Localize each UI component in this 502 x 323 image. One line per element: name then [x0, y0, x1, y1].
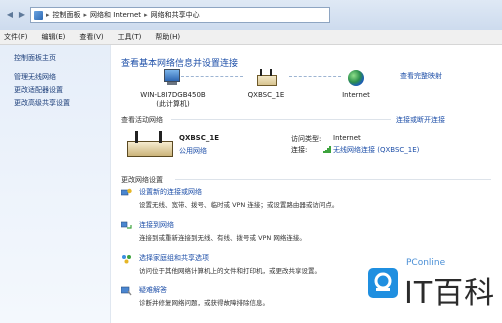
- chevron-right-icon: ▸: [144, 11, 148, 19]
- menu-help[interactable]: 帮助(H): [155, 32, 180, 42]
- network-router-icon: [127, 131, 173, 159]
- connect-disconnect-link[interactable]: 连接或断开连接: [396, 115, 445, 125]
- full-map-link[interactable]: 查看完整映射: [400, 71, 442, 81]
- signal-bars-icon: [323, 146, 331, 153]
- task-description: 设置无线、宽带、拨号、临时或 VPN 连接；或设置路由器或访问点。: [139, 201, 339, 209]
- sidebar-item-adapter-settings[interactable]: 更改适配器设置: [14, 85, 63, 95]
- breadcrumb-network-sharing-center[interactable]: 网络和共享中心: [151, 10, 200, 20]
- watermark-logo-icon: [368, 268, 398, 298]
- breadcrumb-control-panel[interactable]: 控制面板: [53, 10, 81, 20]
- router-icon: [255, 69, 277, 87]
- breadcrumb[interactable]: ▸ 控制面板 ▸ 网络和 Internet ▸ 网络和共享中心: [30, 7, 330, 23]
- connect-network-icon: [120, 221, 132, 231]
- access-type-label: 访问类型:: [291, 135, 322, 143]
- homegroup-icon: [121, 254, 132, 264]
- new-connection-icon: [120, 188, 132, 198]
- task-title[interactable]: 设置新的连接或网络: [139, 187, 202, 197]
- page-title: 查看基本网络信息并设置连接: [121, 59, 239, 69]
- computer-sub: (此计算机): [156, 100, 190, 108]
- task-description: 访问位于其他网络计算机上的文件和打印机，或更改共享设置。: [139, 267, 321, 275]
- menu-edit[interactable]: 编辑(E): [42, 32, 66, 42]
- menu-tools[interactable]: 工具(T): [118, 32, 142, 42]
- active-networks-header: 查看活动网络: [121, 116, 163, 124]
- troubleshoot-icon: [120, 286, 132, 296]
- watermark-brand: PConline: [406, 258, 446, 268]
- map-internet[interactable]: Internet: [331, 70, 381, 99]
- connection-label: 连接:: [291, 146, 308, 154]
- map-computer: WIN-L8I7DGB450B (此计算机): [133, 69, 213, 109]
- back-button[interactable]: ◀: [4, 9, 16, 21]
- computer-icon: [162, 69, 184, 87]
- divider: [175, 179, 491, 180]
- control-panel-icon: [34, 10, 43, 20]
- chevron-right-icon: ▸: [46, 11, 50, 19]
- internet-name: Internet: [342, 91, 370, 99]
- sidebar-item-manage-wireless[interactable]: 管理无线网络: [14, 72, 56, 82]
- menu-view[interactable]: 查看(V): [79, 32, 103, 42]
- task-title[interactable]: 疑难解答: [139, 285, 167, 295]
- wireless-connection-link[interactable]: 无线网络连接 (QXBSC_1E): [323, 145, 419, 155]
- task-title[interactable]: 连接到网络: [139, 220, 174, 230]
- network-type-link[interactable]: 公用网络: [179, 146, 207, 156]
- router-name: QXBSC_1E: [247, 91, 285, 99]
- breadcrumb-network-internet[interactable]: 网络和 Internet: [90, 10, 141, 20]
- forward-button[interactable]: ▶: [16, 9, 28, 21]
- task-description: 连接到或重新连接到无线、有线、拨号或 VPN 网络连接。: [139, 234, 306, 242]
- active-network-name: QXBSC_1E: [179, 134, 220, 142]
- computer-name: WIN-L8I7DGB450B: [140, 91, 206, 99]
- map-router[interactable]: QXBSC_1E: [236, 69, 296, 99]
- divider: [171, 119, 391, 120]
- sidebar-item-advanced-sharing[interactable]: 更改高级共享设置: [14, 98, 70, 108]
- menu-file[interactable]: 文件(F): [4, 32, 28, 42]
- task-title[interactable]: 选择家庭组和共享选项: [139, 253, 209, 263]
- menu-bar: 文件(F) 编辑(E) 查看(V) 工具(T) 帮助(H): [0, 30, 502, 45]
- watermark-text: IT百科: [404, 276, 496, 311]
- task-description: 诊断并修复网络问题，或获得故障排除信息。: [139, 299, 269, 307]
- sidebar: 控制面板主页 管理无线网络 更改适配器设置 更改高级共享设置: [0, 45, 111, 323]
- access-type-value: Internet: [333, 134, 361, 142]
- globe-icon: [348, 70, 364, 86]
- change-settings-header: 更改网络设置: [121, 176, 163, 184]
- address-bar: ◀ ▶ ▸ 控制面板 ▸ 网络和 Internet ▸ 网络和共享中心: [0, 0, 502, 31]
- chevron-right-icon: ▸: [83, 11, 88, 19]
- connection-value: 无线网络连接 (QXBSC_1E): [333, 146, 420, 154]
- sidebar-item-control-panel-home[interactable]: 控制面板主页: [14, 53, 56, 63]
